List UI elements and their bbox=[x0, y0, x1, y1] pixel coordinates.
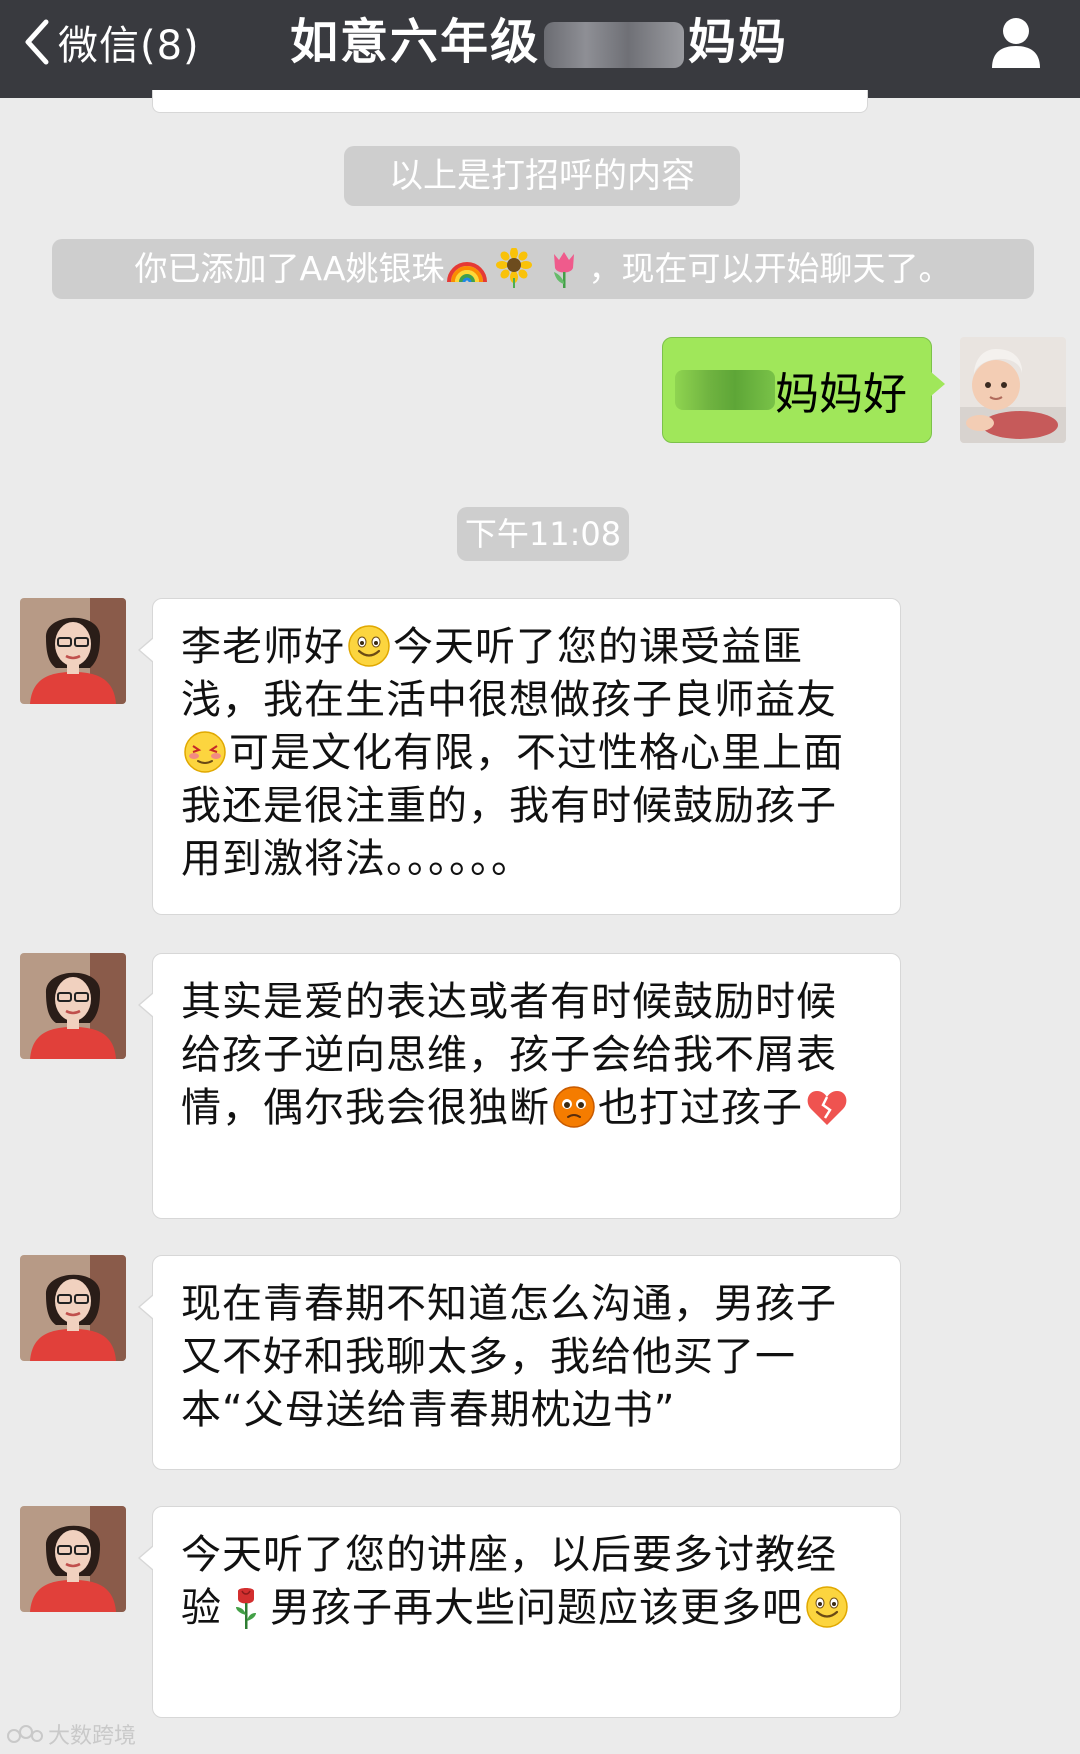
woman-photo bbox=[20, 953, 126, 1059]
watermark: 大数跨境 bbox=[6, 1718, 136, 1750]
message-text: 男孩子再大些问题应该更多吧 bbox=[270, 1585, 803, 1631]
baby-photo bbox=[960, 337, 1066, 443]
message-text: 也打过孩子 bbox=[598, 1085, 803, 1131]
blush-icon bbox=[184, 731, 226, 773]
added-text-prefix: 你已添加了AA姚银珠 bbox=[134, 249, 445, 288]
added-text-suffix: ，现在可以开始聊天了。 bbox=[588, 249, 952, 288]
person-icon bbox=[992, 18, 1040, 68]
chat-title: 如意六年级 妈妈 bbox=[290, 0, 788, 84]
smile-icon bbox=[806, 1586, 848, 1628]
smile-icon bbox=[348, 625, 390, 667]
contact-profile-button[interactable] bbox=[988, 14, 1044, 70]
contact-avatar[interactable] bbox=[20, 1506, 126, 1612]
broken-heart-icon bbox=[807, 1091, 847, 1125]
system-note-greeting: 以上是打招呼的内容 bbox=[344, 146, 740, 206]
back-label: 微信(8) bbox=[58, 23, 200, 69]
rainbow-icon bbox=[446, 262, 487, 283]
self-avatar[interactable] bbox=[960, 337, 1066, 443]
pleading-icon bbox=[553, 1086, 595, 1128]
back-button[interactable]: 微信(8) bbox=[24, 0, 200, 84]
contact-avatar[interactable] bbox=[20, 598, 126, 704]
outgoing-message-bubble[interactable]: 妈妈好 bbox=[662, 337, 945, 443]
chat-title-prefix: 如意六年级 bbox=[290, 14, 541, 70]
redacted-name bbox=[544, 22, 685, 68]
message-text: 现在青春期不知道怎么沟通，男孩子又不好和我聊太多，我给他买了一本“父母送给青春期… bbox=[181, 1281, 837, 1433]
woman-photo bbox=[20, 1506, 126, 1612]
woman-photo bbox=[20, 598, 126, 704]
message-timestamp: 下午11:08 bbox=[457, 507, 629, 561]
sunflower-icon bbox=[495, 248, 532, 288]
woman-photo bbox=[20, 1255, 126, 1361]
outgoing-message-text: 妈妈好 bbox=[775, 369, 907, 420]
redacted-name bbox=[675, 370, 775, 410]
watermark-text: 大数跨境 bbox=[48, 1724, 137, 1749]
system-note-friend-added: 你已添加了AA姚银珠 ，现在可以开始聊天了。 bbox=[52, 239, 1034, 299]
incoming-message-bubble[interactable]: 现在青春期不知道怎么沟通，男孩子又不好和我聊太多，我给他买了一本“父母送给青春期… bbox=[138, 1255, 901, 1470]
previous-bubble-edge bbox=[152, 90, 868, 113]
contact-avatar[interactable] bbox=[20, 1255, 126, 1361]
incoming-message-bubble[interactable]: 今天听了您的讲座，以后要多讨教经验 男孩子再大些问题应该更多吧 bbox=[138, 1506, 901, 1718]
message-text: 可是文化有限，不过性格心里上面我还是很注重的，我有时候鼓励孩子用到激将法。。。。… bbox=[181, 730, 844, 882]
chat-title-suffix: 妈妈 bbox=[688, 14, 789, 70]
message-text: 李老师好 bbox=[181, 624, 345, 670]
chevron-left-icon bbox=[25, 19, 49, 65]
contact-avatar[interactable] bbox=[20, 953, 126, 1059]
incoming-message-bubble[interactable]: 其实是爱的表达或者有时候鼓励时候给孩子逆向思维，孩子会给我不屑表情，偶尔我会很独… bbox=[138, 953, 901, 1219]
rose-icon bbox=[236, 1588, 256, 1629]
top-bar: 微信(8) 如意六年级 妈妈 bbox=[0, 0, 1080, 98]
tulip-icon bbox=[553, 252, 574, 288]
incoming-message-bubble[interactable]: 李老师好 今天听了您的课受益匪浅，我在生活中很想做孩子良师益友 可是文化有限，不… bbox=[138, 598, 901, 915]
watermark-logo-icon bbox=[7, 1725, 43, 1743]
